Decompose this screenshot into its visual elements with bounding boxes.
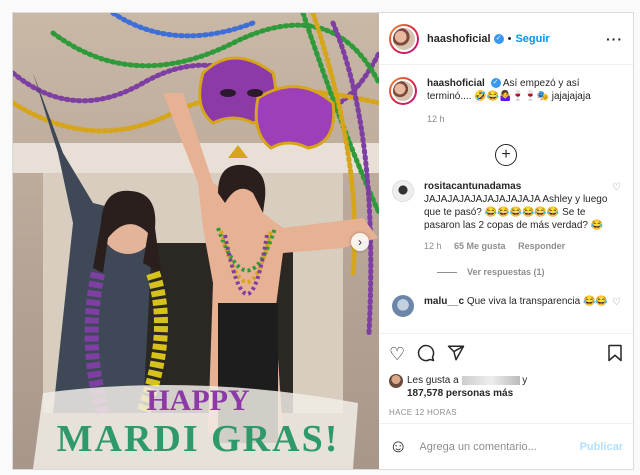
comment-composer: ☺ Publicar [379,423,633,469]
commenter-username[interactable]: rositacantunadamas [424,181,521,192]
author-avatar[interactable] [389,23,419,54]
caption-content: haashoficial ✓ Así empezó y así terminó.… [417,77,623,126]
likes-suffix: y [522,375,528,386]
author-username[interactable]: haashoficial [427,33,491,45]
comment-text: Que viva la transparencia 😂😂 [466,296,608,307]
likes-text: Les gusta a y 187,578 personas más [407,374,527,400]
comment-text: JAJAJAJAJAJAJAJAJAJA Ashley y luego que … [424,194,608,231]
comment-body: malu__c Que viva la transparencia 😂😂 [424,295,619,317]
view-replies-button[interactable]: Ver respuestas (1) [437,267,623,277]
likes-prefix: Les gusta a [407,375,459,386]
caption-avatar[interactable] [389,77,417,105]
comment-like-heart-icon[interactable]: ♡ [612,297,621,308]
post-age[interactable]: HACE 12 HORAS [389,408,623,417]
next-image-button[interactable]: › [351,233,369,251]
likes-summary: Les gusta a y 187,578 personas más [389,374,623,400]
banner-mardi-gras: MARDI GRAS! [57,418,340,460]
caption: haashoficial ✓ Así empezó y así terminó.… [389,77,623,126]
post-dialog: HAPPY MARDI GRAS! › haashoficial ✓ • Seg… [12,12,634,470]
comment-input[interactable] [419,440,580,453]
commenter-avatar[interactable] [392,295,414,317]
commenter-username[interactable]: malu__c [424,296,464,307]
post-header: haashoficial ✓ • Seguir ··· [379,13,633,65]
verified-badge-icon: ✓ [493,33,504,44]
reply-button[interactable]: Responder [518,241,565,251]
post-image[interactable]: HAPPY MARDI GRAS! › [13,13,379,469]
load-more-comments-icon[interactable]: + [495,144,517,166]
mardi-gras-photo: HAPPY MARDI GRAS! [13,13,379,469]
action-icons: ♡ [389,342,623,366]
caption-verified-icon: ✓ [490,78,501,89]
save-bookmark-icon[interactable] [607,344,623,365]
comment-like-heart-icon[interactable]: ♡ [612,182,621,193]
likes-count[interactable]: 187,578 personas más [407,388,513,399]
like-heart-icon[interactable]: ♡ [389,345,405,363]
post-sidebar: haashoficial ✓ • Seguir ··· haashoficial… [379,13,633,469]
caption-username[interactable]: haashoficial [427,78,485,89]
separator-dot: • [507,32,512,45]
comment-item: rositacantunadamas JAJAJAJAJAJAJAJAJAJA … [389,180,623,253]
comment-time: 12 h [424,241,442,251]
publish-button[interactable]: Publicar [580,441,623,453]
commenter-avatar[interactable] [392,180,414,202]
emoji-picker-icon[interactable]: ☺ [389,436,407,457]
comment-item: malu__c Que viva la transparencia 😂😂 ♡ [389,295,623,317]
comment-meta: 12 h 65 Me gusta Responder [424,240,619,253]
share-plane-icon[interactable] [447,344,465,365]
liker-name-redacted[interactable] [461,375,520,385]
more-options-icon[interactable]: ··· [606,31,623,47]
comments-section: haashoficial ✓ Así empezó y así terminó.… [379,65,633,333]
comment-likes[interactable]: 65 Me gusta [454,241,506,251]
comment-body: rositacantunadamas JAJAJAJAJAJAJAJAJAJA … [424,180,619,253]
follow-button[interactable]: Seguir [515,33,549,45]
caption-text: haashoficial ✓ Así empezó y así terminó.… [427,77,623,103]
caption-time: 12 h [427,114,445,124]
comment-bubble-icon[interactable] [417,344,435,365]
banner-happy: HAPPY [146,384,250,417]
liker-avatar[interactable] [389,374,403,388]
post-actions: ♡ Les gusta a y 187,578 personas más HAC… [379,333,633,423]
